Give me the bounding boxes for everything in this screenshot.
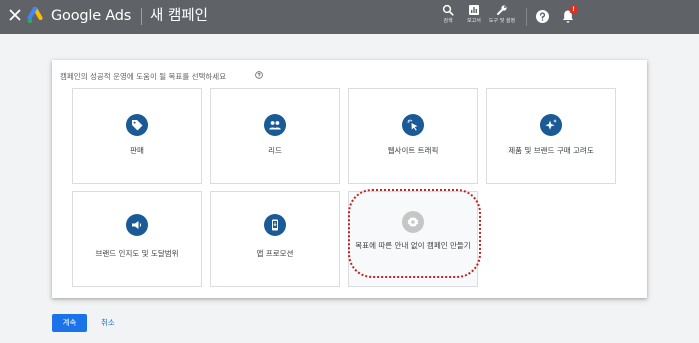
cursor-click-icon [402, 114, 424, 136]
goal-label: 브랜드 인지도 및 도달범위 [95, 249, 179, 258]
close-icon[interactable] [7, 7, 23, 23]
search-icon [442, 4, 454, 16]
goal-tile-app-promotion[interactable]: 앱 프로모션 [210, 191, 340, 287]
app-name: Google Ads [51, 8, 132, 24]
goal-question: 캠페인의 성공적 운영에 도움이 될 목표를 선택하세요 [60, 72, 227, 81]
goal-label: 판매 [130, 146, 144, 155]
reports-icon [469, 5, 479, 15]
wrench-icon [497, 5, 507, 15]
tools-settings-tool[interactable]: 도구 및 설정 [486, 4, 518, 32]
goal-tile-website-traffic[interactable]: 웹사이트 트래픽 [348, 88, 478, 184]
help-icon[interactable] [535, 9, 550, 24]
notification-badge: ! [569, 5, 578, 14]
goal-label: 앱 프로모션 [256, 249, 294, 258]
tools-settings-label: 도구 및 설정 [488, 18, 516, 24]
goal-selection-card: 캠페인의 성공적 운영에 도움이 될 목표를 선택하세요 판매 리드 웹사이트 … [52, 60, 647, 298]
goal-tile-sales[interactable]: 판매 [72, 88, 202, 184]
toolbar-divider [526, 8, 527, 26]
people-icon [264, 114, 286, 136]
question-help-icon[interactable] [255, 71, 263, 79]
cancel-button[interactable]: 취소 [101, 314, 115, 332]
tag-icon [126, 114, 148, 136]
continue-button[interactable]: 계속 [52, 314, 87, 332]
goal-label: 웹사이트 트래픽 [387, 146, 439, 155]
megaphone-icon [126, 214, 148, 236]
sparkle-icon [540, 114, 562, 136]
highlight-annotation [348, 189, 481, 278]
google-ads-logo-icon [27, 7, 43, 24]
goal-tile-awareness[interactable]: 브랜드 인지도 및 도달범위 [72, 191, 202, 287]
phone-icon [264, 214, 286, 236]
title-divider [141, 8, 142, 25]
goal-tile-leads[interactable]: 리드 [210, 88, 340, 184]
goal-label: 제품 및 브랜드 구매 고려도 [508, 146, 594, 155]
top-app-bar: Google Ads 새 캠페인 검색 보고서 도구 및 설정 ! [0, 0, 699, 34]
page-title: 새 캠페인 [150, 8, 208, 24]
goal-label: 리드 [268, 146, 282, 155]
goal-tile-consideration[interactable]: 제품 및 브랜드 구매 고려도 [486, 88, 616, 184]
